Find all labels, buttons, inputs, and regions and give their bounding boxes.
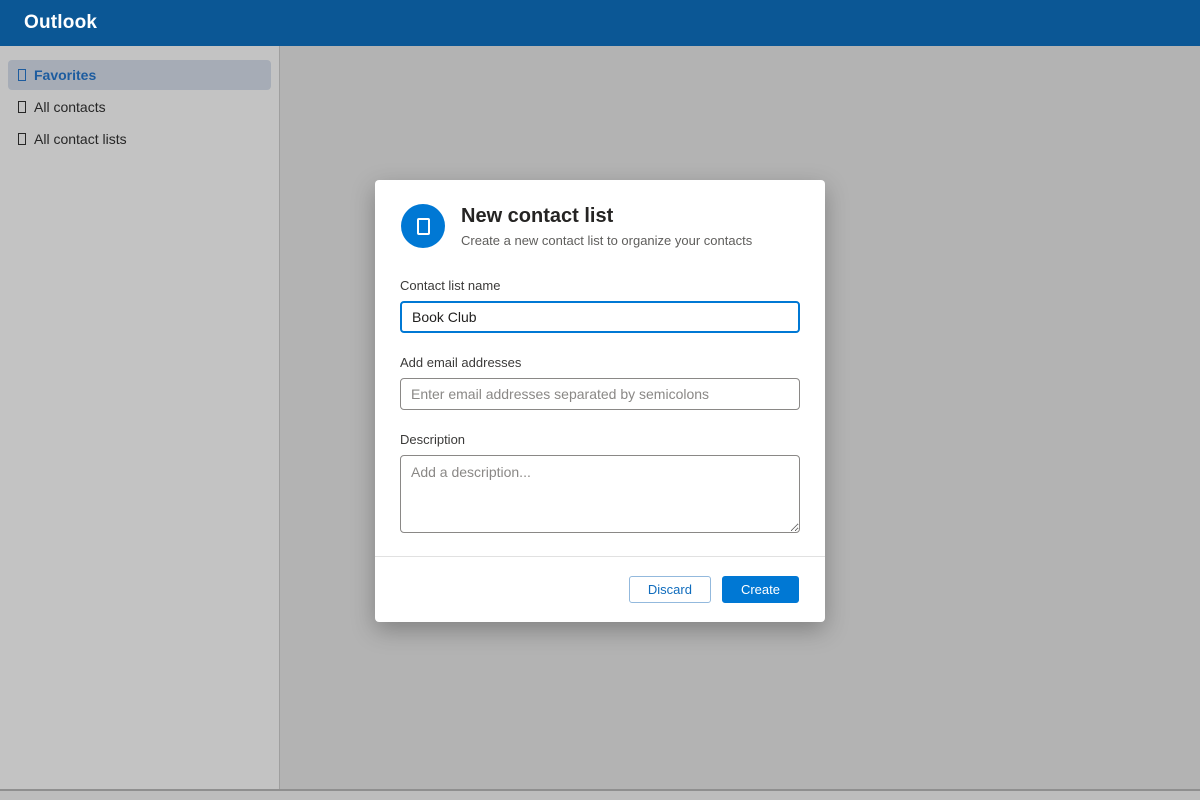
sidebar-item-label: All contacts	[34, 99, 106, 115]
sidebar-item-all-contact-lists[interactable]: All contact lists	[8, 124, 271, 154]
sidebar-item-favorites[interactable]: Favorites	[8, 60, 271, 90]
bottom-scrollbar-track	[0, 791, 1200, 800]
dialog-title: New contact list	[461, 205, 752, 228]
dialog-subtitle: Create a new contact list to organize yo…	[461, 233, 752, 248]
sidebar: Favorites All contacts All contact lists	[0, 46, 280, 790]
app-title: Outlook	[24, 12, 97, 34]
contacts-icon	[18, 101, 26, 113]
favorites-icon	[18, 69, 26, 81]
contact-list-name-input[interactable]	[400, 301, 800, 333]
app-header: Outlook	[0, 0, 1200, 46]
sidebar-item-all-contacts[interactable]: All contacts	[8, 92, 271, 122]
contact-list-icon	[401, 204, 445, 248]
description-label: Description	[400, 432, 800, 447]
discard-button[interactable]: Discard	[629, 576, 711, 603]
dialog-footer: Discard Create	[375, 556, 825, 622]
new-contact-list-dialog: New contact list Create a new contact li…	[375, 180, 825, 622]
sidebar-item-label: All contact lists	[34, 131, 127, 147]
contact-lists-icon	[18, 133, 26, 145]
dialog-header-text: New contact list Create a new contact li…	[461, 205, 752, 248]
contact-list-name-group: Contact list name	[400, 278, 800, 333]
email-addresses-group: Add email addresses	[400, 355, 800, 410]
dialog-body: Contact list name Add email addresses De…	[375, 248, 825, 538]
contact-list-icon-glyph	[417, 218, 430, 235]
description-textarea[interactable]	[400, 455, 800, 533]
create-button[interactable]: Create	[722, 576, 799, 603]
email-addresses-input[interactable]	[400, 378, 800, 410]
dialog-header: New contact list Create a new contact li…	[375, 180, 825, 248]
sidebar-item-label: Favorites	[34, 67, 96, 83]
description-group: Description	[400, 432, 800, 538]
email-addresses-label: Add email addresses	[400, 355, 800, 370]
contact-list-name-label: Contact list name	[400, 278, 800, 293]
